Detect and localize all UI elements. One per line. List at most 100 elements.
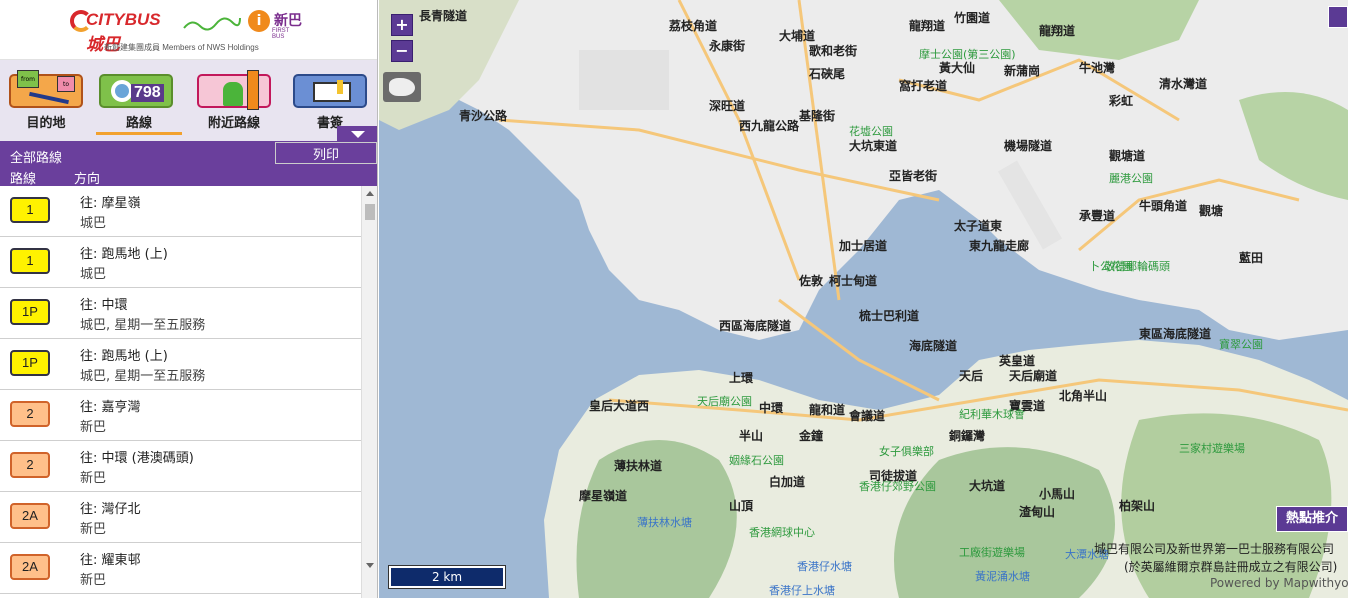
route-row[interactable]: 1 往: 跑馬地 (上) 城巴 (0, 237, 362, 288)
nav-route[interactable]: 798 路線 (96, 74, 182, 138)
route-number-sample: 798 (131, 84, 164, 102)
route-operator: 新巴 (80, 573, 107, 588)
map-menu-button[interactable] (1328, 6, 1348, 28)
route-number-badge[interactable]: 1P (10, 299, 50, 325)
street-label: 基隆街 (798, 108, 835, 123)
route-row[interactable]: 2 往: 中環 (港澳碼頭) 新巴 (0, 441, 362, 492)
from-sign: from (17, 70, 39, 88)
zoom-in-button[interactable]: + (391, 14, 413, 36)
route-number-badge[interactable]: 1 (10, 248, 50, 274)
park-label: 摩士公園(第三公園) (919, 47, 1016, 61)
from-to-icon: from to (9, 70, 83, 108)
route-row[interactable]: 2A 往: 灣仔北 新巴 (0, 492, 362, 543)
route-number-badge[interactable]: 1P (10, 350, 50, 376)
zoom-out-button[interactable]: − (391, 40, 413, 62)
route-direction: 往: 中環 (80, 298, 128, 313)
route-row[interactable]: 1P 往: 中環城巴, 星期一至五服務 (0, 288, 362, 339)
route-number-badge[interactable]: 2A (10, 503, 50, 529)
route-search-icon: 798 (99, 74, 173, 108)
walker-icon (223, 82, 243, 106)
street-label: 歌和老街 (809, 43, 857, 58)
route-arrow-icon (29, 91, 69, 105)
route-operator: 城巴 (80, 216, 107, 231)
street-label: 柏架山 (1119, 498, 1155, 513)
brand-header: CITYBUS城巴 i 新巴 FIRST BUS 新創建集團成員 Members… (0, 0, 377, 60)
route-direction: 往: 中環 (港澳碼頭) (80, 451, 194, 466)
hong-kong-map-icon (389, 78, 415, 96)
route-operator: 城巴, 星期一至五服務 (80, 369, 206, 384)
route-list-scrollbar[interactable] (361, 186, 377, 598)
chevron-down-icon (351, 131, 365, 138)
firstbus-i-icon: i (248, 10, 270, 32)
bookmark-icon (293, 74, 367, 108)
street-label: 山頂 (729, 498, 754, 513)
street-label: 承豐道 (1079, 208, 1115, 223)
route-operator: 城巴, 星期一至五服務 (80, 318, 206, 333)
street-label: 會議道 (849, 408, 885, 423)
firstbus-logo-subtext: FIRST BUS (272, 28, 290, 40)
route-number-badge[interactable]: 2A (10, 554, 50, 580)
route-row[interactable]: 1P 往: 跑馬地 (上) 城巴, 星期一至五服務 (0, 339, 362, 390)
route-row[interactable]: 1 往: 摩星嶺 城巴 (0, 186, 362, 237)
route-number-badge[interactable]: 2 (10, 401, 50, 427)
street-label: 牛頭角道 (1139, 198, 1187, 213)
street-label: 大坑道 (969, 478, 1005, 493)
street-label: 龍和道 (809, 402, 845, 417)
copyright-line-1: 城巴有限公司及新世界第一巴士服務有限公司 (1094, 542, 1335, 556)
route-direction: 往: 灣仔北 (80, 502, 141, 517)
street-label: 摩星嶺道 (579, 488, 627, 503)
map-canvas[interactable]: 長青隧道永康街大埔道歌和老街龍翔道竹園道荔枝角道深旺道青沙公路西九龍公路基隆街大… (379, 0, 1348, 598)
street-label: 白加道 (769, 474, 805, 489)
route-row[interactable]: 2 往: 嘉亨灣 新巴 (0, 390, 362, 441)
route-number-badge[interactable]: 1 (10, 197, 50, 223)
route-direction: 往: 嘉亨灣 (80, 400, 141, 415)
route-direction: 往: 耀東邨 (80, 553, 141, 568)
scroll-thumb[interactable] (365, 204, 375, 220)
nav-destination[interactable]: from to 目的地 (6, 70, 86, 138)
route-row[interactable]: 2A 往: 耀東邨 新巴 (0, 543, 362, 594)
street-label: 西區海底隧道 (719, 318, 791, 333)
scroll-down-icon[interactable] (366, 563, 374, 568)
park-label: 工廠街遊樂場 (959, 545, 1025, 559)
bookmark-ribbon-icon (337, 80, 343, 94)
street-label: 佐敦 (798, 273, 824, 288)
street-label: 藍田 (1239, 250, 1263, 265)
collapse-toggle[interactable] (337, 126, 377, 142)
route-number-badge[interactable]: 2 (10, 452, 50, 478)
scroll-up-icon[interactable] (366, 191, 374, 196)
route-direction: 往: 摩星嶺 (80, 196, 141, 211)
map-layer-button[interactable] (383, 72, 421, 102)
map-view[interactable]: 長青隧道 永康街 大埔道 歌和老街 龍翔道 竹園道 荔枝角道 深旺道 青沙公路 西九龍公路 基隆街大… (379, 0, 1348, 598)
route-panel: CITYBUS城巴 i 新巴 FIRST BUS 新創建集團成員 Members… (0, 0, 378, 598)
route-direction: 往: 跑馬地 (上) (80, 247, 168, 262)
park-label: 三家村遊樂場 (1179, 441, 1245, 455)
citybus-logo[interactable]: CITYBUS城巴 (70, 8, 170, 54)
street-label: 金鐘 (798, 428, 823, 443)
magnifier-icon (111, 80, 133, 102)
hotspot-button[interactable]: 熱點推介 (1276, 506, 1348, 532)
street-label: 天后廟道 (1009, 368, 1057, 383)
street-label: 龍翔道 (1039, 23, 1075, 38)
route-list-header: 全部路線 列印 路線 方向 (0, 142, 377, 187)
street-label: 天后 (959, 368, 983, 383)
park-label: 天后廟公園 (697, 394, 752, 408)
street-label: 中環 (759, 400, 784, 415)
main-nav: from to 目的地 798 路線 附近路線 書簽 (0, 60, 377, 142)
book-pages-icon (313, 82, 351, 102)
street-label: 大坑東道 (849, 138, 897, 153)
nav-nearby[interactable]: 附近路線 (194, 70, 274, 138)
street-label: 窩打老道 (899, 78, 947, 93)
street-label: 海底隧道 (909, 338, 957, 353)
print-button[interactable]: 列印 (275, 142, 377, 164)
street-label: 加士居道 (838, 238, 887, 253)
park-label: 花墟公園 (849, 125, 893, 138)
powered-by: Powered by Mapwithyou (1210, 576, 1348, 590)
nearby-icon (197, 70, 271, 110)
park-label: 香港仔郊野公園 (859, 480, 936, 493)
firstbus-logo[interactable]: i 新巴 FIRST BUS (182, 8, 302, 40)
street-label: 青沙公路 (459, 108, 508, 123)
street-label: 彩虹 (1108, 93, 1133, 108)
park-label: 姻緣石公園 (729, 453, 784, 467)
nav-nearby-label: 附近路線 (207, 116, 260, 131)
street-label: 北角半山 (1059, 388, 1107, 403)
